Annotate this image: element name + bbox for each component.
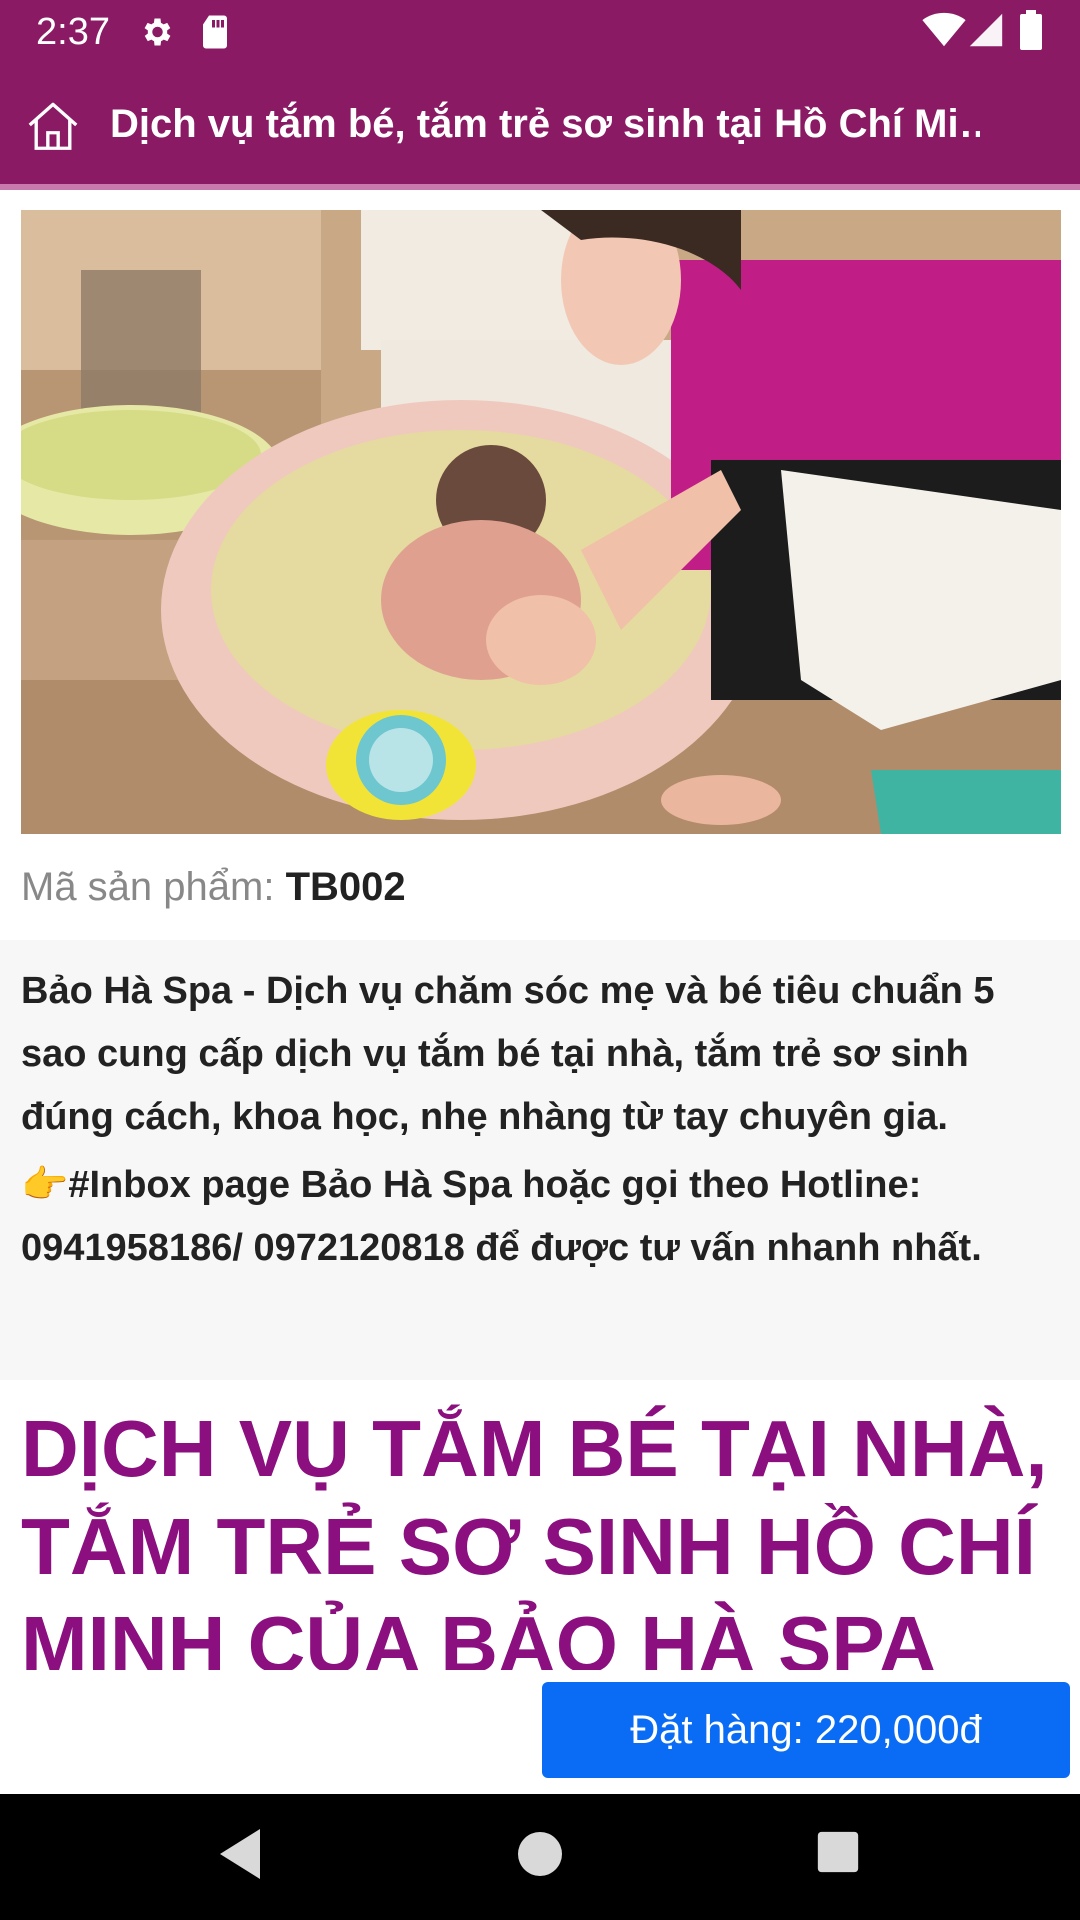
status-time: 2:37 xyxy=(36,11,110,53)
sd-card-icon xyxy=(200,14,230,55)
product-code-value: TB002 xyxy=(285,865,406,909)
battery-icon xyxy=(1020,10,1042,55)
order-button[interactable]: Đặt hàng: 220,000đ xyxy=(542,1682,1070,1778)
system-nav-bar xyxy=(0,1794,1080,1920)
screen: 2:37 Dịch vụ tắm bé, tắm trẻ sơ sinh tại… xyxy=(0,0,1080,1920)
hotline-paragraph: 👉#Inbox page Bảo Hà Spa hoặc gọi theo Ho… xyxy=(21,1164,982,1269)
description-box: Bảo Hà Spa - Dịch vụ chăm sóc mẹ và bé t… xyxy=(0,940,1080,1380)
page-title: Dịch vụ tắm bé, tắm trẻ sơ sinh tại Hồ C… xyxy=(110,102,980,146)
back-icon[interactable] xyxy=(215,1824,265,1889)
description-paragraph: Bảo Hà Spa - Dịch vụ chăm sóc mẹ và bé t… xyxy=(21,970,995,1138)
settings-icon xyxy=(138,14,174,55)
home-icon[interactable] xyxy=(22,94,84,156)
product-code: Mã sản phẩm: TB002 xyxy=(21,860,406,914)
product-photo xyxy=(21,210,1061,834)
recents-icon[interactable] xyxy=(816,1830,860,1879)
article-headline: DỊCH VỤ TẮM BÉ TẠI NHÀ, TẮM TRẺ SƠ SINH … xyxy=(21,1404,1048,1670)
product-code-label: Mã sản phẩm: xyxy=(21,865,286,909)
home-circle-icon[interactable] xyxy=(516,1830,564,1883)
product-detail[interactable]: Mã sản phẩm: TB002 Bảo Hà Spa - Dịch vụ … xyxy=(0,190,1080,1670)
app-bar: Dịch vụ tắm bé, tắm trẻ sơ sinh tại Hồ C… xyxy=(0,64,1080,184)
signal-icon xyxy=(968,12,1004,53)
status-bar: 2:37 xyxy=(0,0,1080,64)
wifi-icon xyxy=(922,12,966,53)
